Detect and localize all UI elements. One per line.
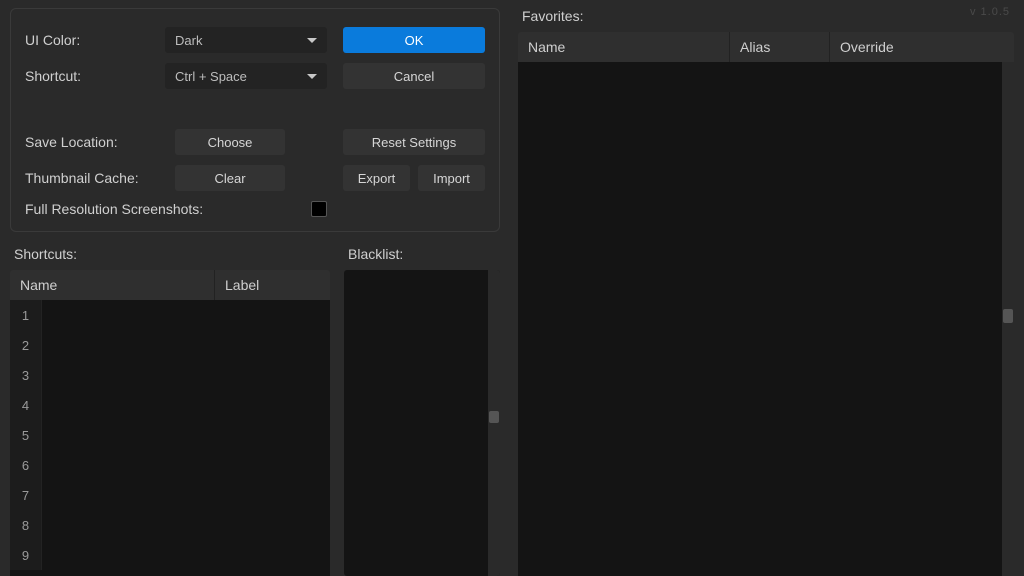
full-resolution-checkbox[interactable] [311,201,327,217]
scrollbar-thumb[interactable] [1003,309,1013,323]
thumbnail-cache-label: Thumbnail Cache: [25,170,165,186]
table-row[interactable]: 9 [10,540,330,570]
blacklist-body[interactable] [344,270,500,576]
choose-button[interactable]: Choose [175,129,285,155]
ui-color-label: UI Color: [25,32,155,48]
table-row[interactable]: 3 [10,360,330,390]
table-row[interactable]: 5 [10,420,330,450]
row-number: 4 [10,390,42,420]
row-number: 5 [10,420,42,450]
row-number: 3 [10,360,42,390]
table-row[interactable]: 2 [10,330,330,360]
row-number: 7 [10,480,42,510]
chevron-down-icon [307,38,317,43]
shortcut-dropdown[interactable]: Ctrl + Space [165,63,327,89]
shortcuts-col-label[interactable]: Label [215,270,330,300]
blacklist-title: Blacklist: [344,232,500,270]
row-number: 6 [10,450,42,480]
favorites-header: Name Alias Override [518,32,1014,62]
table-row[interactable]: 8 [10,510,330,540]
row-number: 9 [10,540,42,570]
favorites-col-override[interactable]: Override [830,32,1014,62]
settings-panel: UI Color: Dark Shortcut: Ctrl + Space S [10,8,500,232]
blacklist-scrollbar[interactable] [488,270,500,576]
table-row[interactable]: 6 [10,450,330,480]
table-row[interactable]: 1 [10,300,330,330]
shortcuts-title: Shortcuts: [10,232,330,270]
chevron-down-icon [307,74,317,79]
shortcut-value: Ctrl + Space [175,69,247,84]
shortcuts-table-body[interactable]: 123456789 [10,300,330,576]
table-row[interactable]: 4 [10,390,330,420]
save-location-label: Save Location: [25,134,165,150]
cancel-button[interactable]: Cancel [343,63,485,89]
clear-button[interactable]: Clear [175,165,285,191]
favorites-col-alias[interactable]: Alias [730,32,830,62]
ui-color-dropdown[interactable]: Dark [165,27,327,53]
shortcuts-header: Name Label [10,270,330,300]
version-label: v 1.0.5 [970,6,1010,18]
shortcuts-col-name[interactable]: Name [10,270,215,300]
favorites-scrollbar[interactable] [1002,62,1014,576]
row-number: 8 [10,510,42,540]
full-resolution-label: Full Resolution Screenshots: [25,201,235,217]
scrollbar-thumb[interactable] [489,411,499,423]
ui-color-value: Dark [175,33,202,48]
reset-settings-button[interactable]: Reset Settings [343,129,485,155]
ok-button[interactable]: OK [343,27,485,53]
import-button[interactable]: Import [418,165,485,191]
favorites-col-name[interactable]: Name [518,32,730,62]
favorites-body[interactable] [518,62,1014,576]
favorites-title: Favorites: [518,8,1014,32]
export-button[interactable]: Export [343,165,410,191]
shortcut-label: Shortcut: [25,68,155,84]
row-number: 1 [10,300,42,330]
table-row[interactable]: 7 [10,480,330,510]
row-number: 2 [10,330,42,360]
